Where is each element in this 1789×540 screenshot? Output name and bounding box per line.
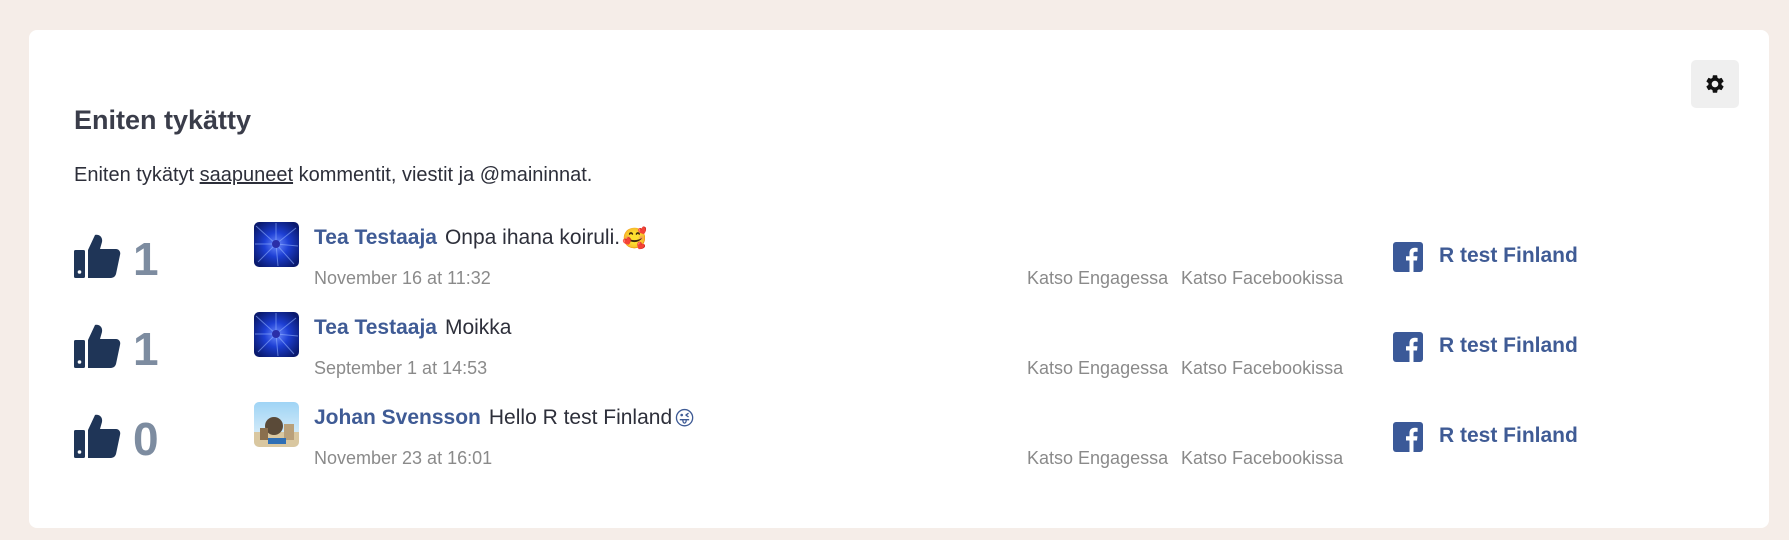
author-name[interactable]: Tea Testaaja: [314, 226, 437, 249]
emoji: 😜: [674, 408, 695, 430]
facebook-icon: [1393, 332, 1423, 362]
timestamp: November 23 at 16:01: [314, 448, 493, 468]
timestamp: September 1 at 14:53: [314, 358, 488, 378]
facebook-icon: [1393, 242, 1423, 272]
message-text: Hello R test Finland: [488, 406, 673, 430]
description-before: Eniten tykätyt: [74, 164, 200, 186]
like-count: 1: [133, 323, 159, 375]
widget-description: Eniten tykätyt saapuneet kommentit, vies…: [74, 164, 592, 187]
thumbs-up-icon: [74, 234, 121, 278]
list-item: 1 Tea Testaaj: [29, 222, 1769, 312]
thumbs-up-icon: [74, 414, 121, 458]
view-in-facebook-link[interactable]: Katso Facebookissa: [1181, 268, 1343, 289]
thumbs-up-icon: [74, 324, 121, 368]
facebook-icon: [1393, 422, 1423, 452]
view-in-facebook-link[interactable]: Katso Facebookissa: [1181, 448, 1343, 469]
list-item: 0 Johan Svensson Hello R test Finland 😜 No…: [29, 402, 1769, 492]
view-in-engage-link[interactable]: Katso Engagessa: [1027, 358, 1168, 379]
avatar: [254, 402, 299, 447]
most-liked-widget: Eniten tykätty Eniten tykätyt saapuneet …: [29, 30, 1769, 528]
settings-button[interactable]: [1691, 60, 1739, 108]
avatar: [254, 222, 299, 267]
description-after: kommentit, viestit ja @maininnat.: [293, 164, 593, 186]
view-in-facebook-link[interactable]: Katso Facebookissa: [1181, 358, 1343, 379]
page-name[interactable]: R test Finland: [1439, 244, 1578, 268]
author-name[interactable]: Tea Testaaja: [314, 316, 437, 339]
page-name[interactable]: R test Finland: [1439, 334, 1578, 358]
message-text: Moikka: [444, 316, 512, 339]
like-count: 0: [133, 413, 159, 465]
widget-title: Eniten tykätty: [74, 105, 252, 135]
gear-icon: [1706, 75, 1724, 93]
timestamp: November 16 at 11:32: [314, 268, 491, 288]
avatar: [254, 312, 299, 357]
incoming-link[interactable]: saapuneet: [200, 164, 293, 186]
message-text: Onpa ihana koiruli.: [444, 226, 621, 250]
like-count: 1: [133, 233, 159, 285]
emoji: 🥰: [622, 228, 647, 250]
author-name[interactable]: Johan Svensson: [314, 406, 481, 429]
view-in-engage-link[interactable]: Katso Engagessa: [1027, 268, 1168, 289]
view-in-engage-link[interactable]: Katso Engagessa: [1027, 448, 1168, 469]
list-item: 1 Tea Testaaj: [29, 312, 1769, 402]
page-name[interactable]: R test Finland: [1439, 424, 1578, 448]
